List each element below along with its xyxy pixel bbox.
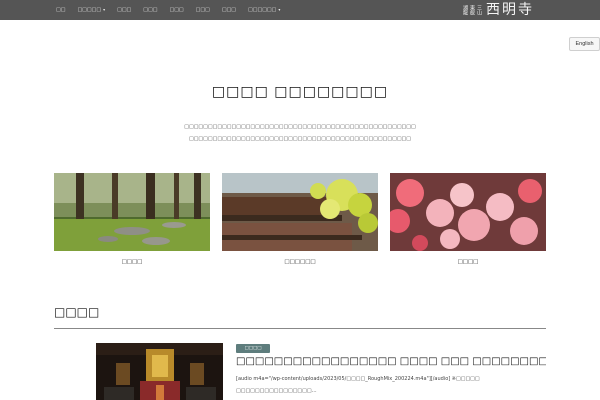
nav-item-label: □□□ [117,7,132,13]
intro-text: □□□□□□□□□□□□□□□□□□□□□□□□□□□□□□□□□□□□□□□□… [150,121,450,145]
feature-card-pagoda[interactable]: □□□□□□ [222,173,378,265]
news-article-title[interactable]: □□□□□□□□□□□□□□□□□ □□□□ □□□ □□□□□□□□ [236,356,546,367]
pagoda-maple-image[interactable] [222,173,378,251]
excerpt-line: □□□□□□□□□□□□□□□□… [236,388,317,394]
news-category-badge[interactable]: □□□□ [236,344,270,353]
logo-col: 東叡 [469,5,475,15]
chevron-down-icon: ▾ [103,7,106,12]
nav-item-label: □□□□□□ [248,7,277,13]
news-section-title: □□□□ [54,305,100,319]
nav-item-7[interactable]: □□□ [222,0,236,20]
top-navbar: □□ □□□□□ ▾ □□□ □□□ □□□ □□□ □□□ □□□□□□ ▾ 三山… [0,0,600,20]
nav-item-label: □□□ [221,7,237,13]
chevron-down-icon: ▾ [278,7,281,12]
feature-card-garden[interactable]: □□□□ [54,173,210,265]
section-divider [54,328,546,329]
nav-item-label: □□□ [169,7,184,13]
logo-col: 湖龍 [462,5,468,15]
nav-item-label: □□□ [195,7,210,13]
intro-line: □□□□□□□□□□□□□□□□□□□□□□□□□□□□□□□□□□□□□□□□… [184,124,416,130]
nav-item-label: □□□□□ [77,7,102,13]
card-caption[interactable]: □□□□ [54,259,210,265]
logo-mountain-name: 三山 東叡 湖龍 [462,5,482,15]
nav-item-6[interactable]: □□□ [196,0,210,20]
nav-item-4[interactable]: □□□ [143,0,157,20]
logo-temple-name: 西明寺 [486,2,534,18]
nav-item-label: □□ [56,7,66,13]
card-caption[interactable]: □□□□ [390,259,546,265]
card-caption[interactable]: □□□□□□ [222,259,378,265]
english-language-button[interactable]: English [569,37,600,51]
azalea-flowers-image[interactable] [390,173,546,251]
news-temple-interior-image[interactable] [96,343,223,400]
page-title: □□□□ □□□□□□□□ [211,84,389,100]
nav-item-5[interactable]: □□□ [169,0,183,20]
site-logo[interactable]: 三山 東叡 湖龍 西明寺 [462,2,548,18]
excerpt-line: [audio m4a="/wp-content/uploads/2023/05/… [236,376,480,382]
nav-item-about[interactable]: □□□□□ ▾ [77,0,105,20]
feature-cards: □□□□ □□□□□□ □□□□ [54,173,546,273]
intro-line: □□□□□□□□□□□□□□□□□□□□□□□□□□□□□□□□□□□□□□□□… [188,136,412,142]
nav-item-8[interactable]: □□□□□□ ▾ [248,0,280,20]
garden-moss-image[interactable] [54,173,210,251]
nav-item-label: □□□ [143,7,158,13]
news-excerpt: [audio m4a="/wp-content/uploads/2023/05/… [236,373,498,397]
nav-menu: □□ □□□□□ ▾ □□□ □□□ □□□ □□□ □□□ □□□□□□ ▾ [56,0,280,20]
nav-item-home[interactable]: □□ [56,0,65,20]
logo-col: 三山 [476,5,482,15]
feature-card-flowers[interactable]: □□□□ [390,173,546,265]
nav-item-3[interactable]: □□□ [117,0,131,20]
